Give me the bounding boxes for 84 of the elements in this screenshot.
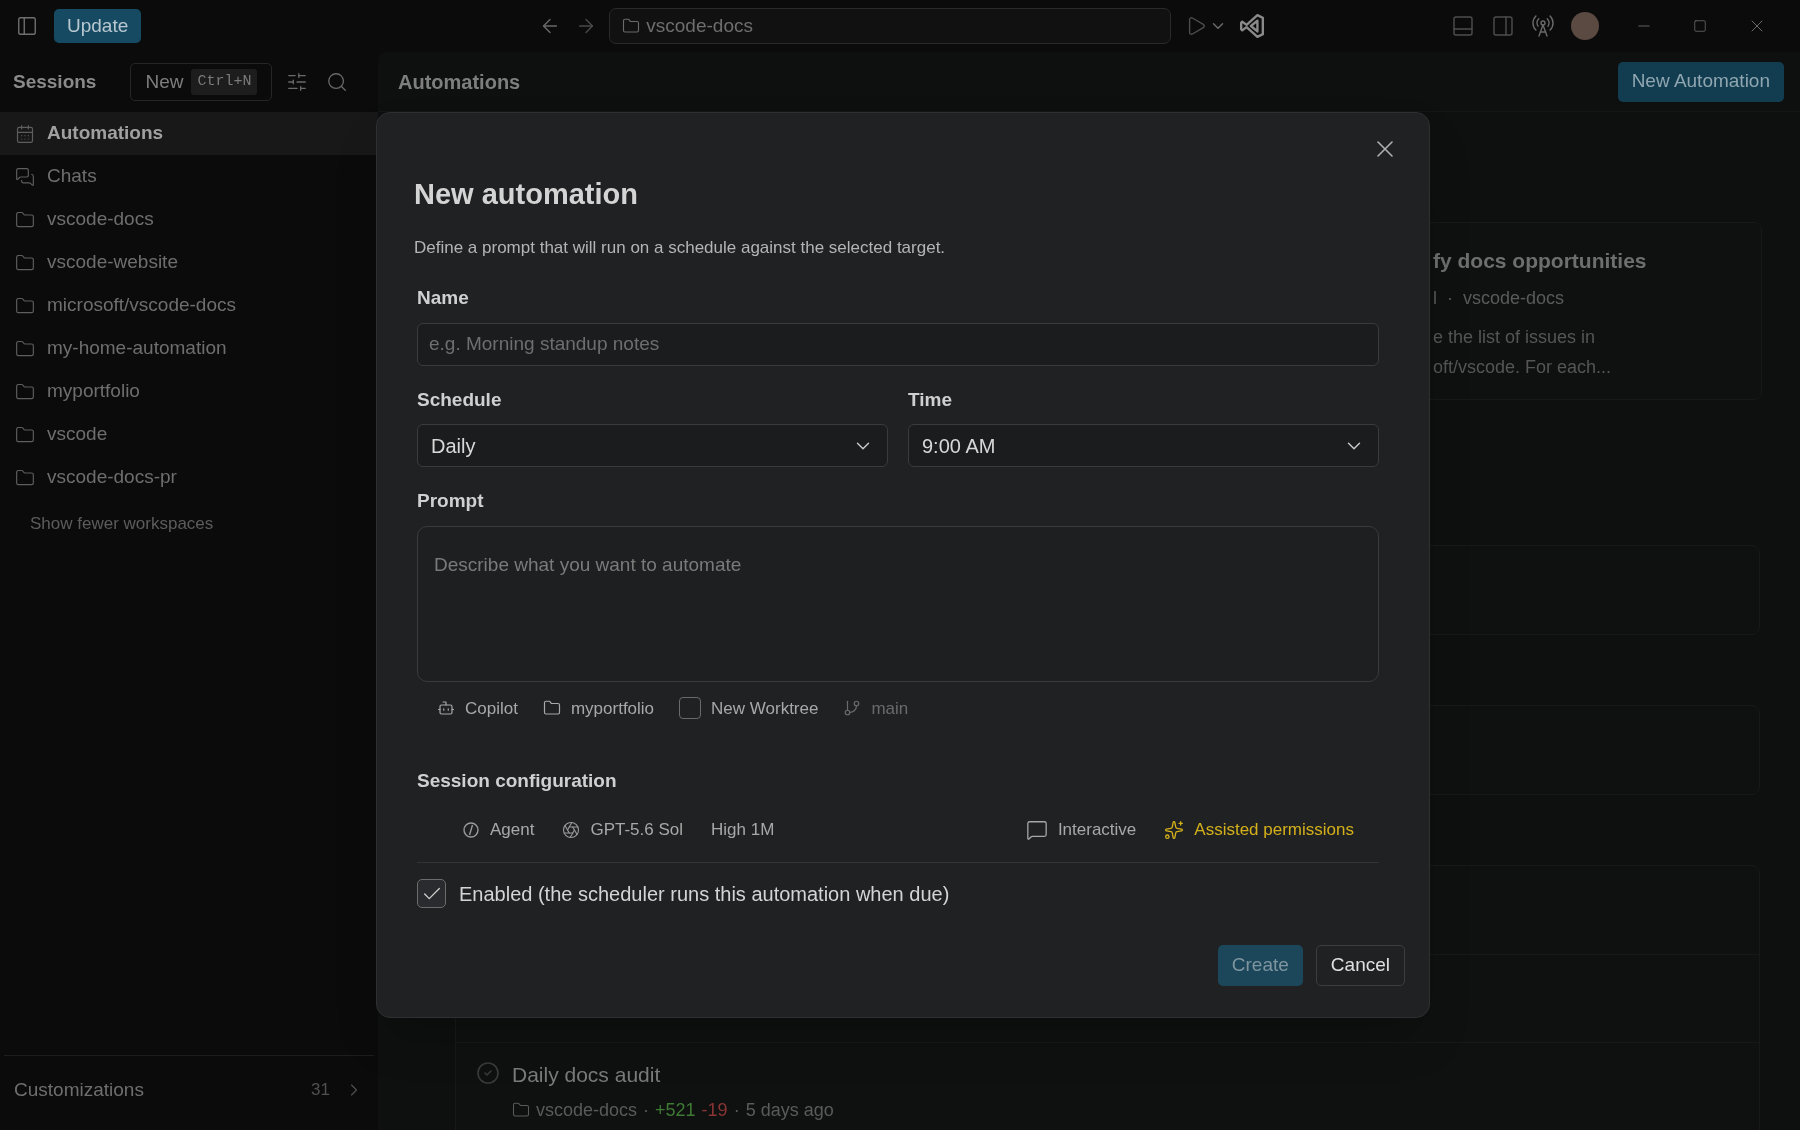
worktree-checkbox[interactable] bbox=[679, 697, 702, 720]
config-option[interactable]: High 1M bbox=[711, 816, 775, 843]
sidebar-item[interactable]: vscode-docs-pr bbox=[0, 456, 378, 499]
prompt-text-area[interactable]: Describe what you want to automate bbox=[417, 525, 1379, 682]
config-option[interactable]: Assisted permissions bbox=[1164, 816, 1354, 843]
sidebar-item[interactable]: vscode bbox=[0, 413, 378, 456]
card-repo: vscode-docs bbox=[1463, 286, 1565, 310]
name-input-field[interactable]: e.g. Morning standup notes bbox=[417, 322, 1379, 366]
card-title: fy docs opportunities bbox=[1433, 248, 1648, 274]
run-title: Daily docs audit bbox=[512, 1062, 662, 1088]
field-label: Time bbox=[908, 387, 953, 412]
avatar[interactable] bbox=[1571, 12, 1600, 40]
search-icon[interactable] bbox=[326, 71, 349, 93]
calendar-icon bbox=[15, 123, 35, 144]
field-label: Name bbox=[417, 286, 470, 310]
sparkle-icon bbox=[1164, 819, 1185, 840]
run-row[interactable]: Daily docs audit vscode-docs · +521 -19 · 5 days ago bbox=[456, 1043, 1759, 1124]
aperture-icon bbox=[562, 820, 581, 839]
command-center-text: vscode-docs bbox=[646, 13, 753, 38]
check-circle-icon bbox=[476, 1061, 500, 1085]
filter-icon[interactable] bbox=[286, 71, 309, 93]
folder-icon bbox=[15, 467, 35, 488]
folder-icon bbox=[15, 381, 35, 402]
chat-icon bbox=[1025, 818, 1048, 841]
separator-dot: · bbox=[643, 1098, 650, 1122]
panel-right-icon[interactable] bbox=[1491, 14, 1516, 38]
folder-icon bbox=[622, 17, 641, 35]
sidebar-item[interactable]: Automations bbox=[0, 112, 378, 155]
config-option[interactable]: Interactive bbox=[1025, 816, 1137, 843]
sidebar-item[interactable]: myportfolio bbox=[0, 370, 378, 413]
option-label[interactable]: New Worktree bbox=[711, 695, 819, 721]
page-title: Automations bbox=[398, 69, 521, 95]
sidebar-title: Sessions bbox=[13, 69, 97, 94]
dialog-button[interactable]: Cancel bbox=[1315, 944, 1405, 986]
command-center[interactable]: vscode-docs bbox=[609, 8, 1172, 44]
folder-icon bbox=[15, 252, 35, 273]
field-label: Prompt bbox=[417, 489, 485, 513]
card-description: e the list of issues in bbox=[1433, 325, 1597, 349]
dialog-description: Define a prompt that will run on a schedule against the selected target. bbox=[414, 236, 947, 259]
new-automation-button[interactable]: New Automation bbox=[1617, 61, 1784, 102]
dropdown-select[interactable]: Daily bbox=[417, 424, 888, 467]
agent-icon bbox=[462, 820, 480, 839]
separator-dot: · bbox=[1447, 286, 1453, 310]
maximize-icon[interactable] bbox=[1693, 19, 1708, 33]
folder-icon bbox=[542, 699, 561, 718]
chat-icon bbox=[15, 166, 35, 187]
vscode-logo-icon bbox=[1239, 13, 1266, 39]
run-time: 5 days ago bbox=[745, 1098, 834, 1122]
sidebar-item[interactable]: vscode-docs bbox=[0, 198, 378, 241]
section-title: Session configuration bbox=[417, 769, 618, 793]
antenna-icon[interactable] bbox=[1531, 14, 1556, 38]
sidebar-item[interactable]: microsoft/vscode-docs bbox=[0, 284, 378, 327]
shortcut-key: Ctrl+N bbox=[191, 68, 258, 96]
new-session-button[interactable]: New Ctrl+N bbox=[130, 63, 273, 101]
enabled-checkbox[interactable] bbox=[417, 879, 446, 908]
sidebar-item[interactable]: vscode-website bbox=[0, 241, 378, 284]
separator-dot: · bbox=[733, 1098, 740, 1122]
bot-icon bbox=[437, 699, 455, 718]
option-label[interactable]: Copilot bbox=[465, 695, 518, 721]
dialog-title: New automation bbox=[414, 177, 639, 212]
customizations-label[interactable]: Customizations bbox=[14, 1075, 144, 1105]
folder-icon bbox=[512, 1101, 530, 1119]
sidebar-toggle-icon[interactable] bbox=[16, 15, 38, 37]
config-option[interactable]: GPT-5.6 Sol bbox=[562, 816, 684, 843]
config-option[interactable]: Agent bbox=[462, 816, 535, 843]
lines-added: +521 bbox=[655, 1098, 696, 1122]
panel-bottom-icon[interactable] bbox=[1451, 14, 1476, 38]
folder-icon bbox=[15, 295, 35, 316]
field-label: Schedule bbox=[417, 387, 503, 412]
lines-removed: -19 bbox=[701, 1098, 728, 1122]
branch-icon bbox=[843, 699, 862, 718]
enabled-label: Enabled (the scheduler runs this automation when due) bbox=[459, 881, 950, 907]
update-button[interactable]: Update bbox=[54, 9, 142, 43]
run-repo: vscode-docs bbox=[536, 1098, 638, 1122]
option-label[interactable]: myportfolio bbox=[570, 695, 655, 721]
folder-icon bbox=[15, 424, 35, 445]
sidebar-item[interactable]: my-home-automation bbox=[0, 327, 378, 370]
show-fewer-link[interactable]: Show fewer workspaces bbox=[30, 511, 214, 537]
folder-icon bbox=[15, 209, 35, 230]
card-description: oft/vscode. For each... bbox=[1433, 355, 1613, 379]
dropdown-select[interactable]: 9:00 AM bbox=[908, 424, 1379, 467]
customizations-count: 31 bbox=[311, 1079, 330, 1102]
sidebar-item[interactable]: Chats bbox=[0, 155, 378, 198]
folder-icon bbox=[15, 338, 35, 359]
